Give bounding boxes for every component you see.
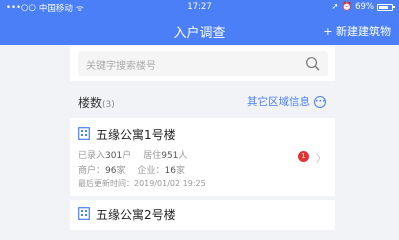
building-icon [78,127,90,140]
updated-label: 最后更新时间： [78,179,134,188]
building-count: 楼数(3) [78,94,115,111]
search-input[interactable]: 关键字搜索楼号 [78,51,328,76]
building-count-label: 楼数 [78,96,103,110]
building-card[interactable]: 五缘公寓2号楼 [70,200,335,230]
battery-percent: 69% [355,2,374,12]
search-placeholder: 关键字搜索楼号 [86,61,156,72]
merchants-label: 商户： [78,166,106,176]
recorded-unit: 户 [122,151,132,161]
new-building-button[interactable]: + 新建建筑物 [323,23,391,39]
building-name: 五缘公寓1号楼 [96,128,176,142]
alarm-icon: ⏰ [341,2,353,12]
search-icon[interactable] [305,56,320,71]
companies-unit: 家 [175,166,185,176]
building-count-value: (3) [102,100,115,110]
more-circle-icon: ••• [314,95,326,108]
other-area-label: 其它区域信息 [247,96,310,108]
search-bar: 关键字搜索楼号 [70,46,335,81]
residents-value: 951 [161,151,179,161]
location-icon: ➚ [331,2,339,12]
companies-value: 16 [164,166,176,176]
residents-label: 居住 [143,151,162,161]
notification-badge: 1 [298,151,309,162]
app-header: •••○○ 中国移动 ᯤ 17:27 ➚ ⏰ 69% 入户调查 + 新建建筑物 [0,0,399,45]
building-name: 五缘公寓2号楼 [96,208,176,222]
household-stats: 已录入301户 居住951人 [78,148,187,161]
merchants-value: 96 [105,166,117,176]
status-bar: •••○○ 中国移动 ᯤ 17:27 ➚ ⏰ 69% [0,0,399,15]
recorded-value: 301 [105,151,123,161]
battery-icon [377,3,395,11]
updated-value: 2019/01/02 19:25 [134,179,206,188]
residents-unit: 人 [178,151,188,161]
building-card[interactable]: 五缘公寓1号楼 已录入301户 居住951人 商户：96家 企业：16家 最后更新时… [70,118,335,196]
chevron-right-icon: 〉 [316,154,326,165]
building-icon [78,207,90,220]
merchants-unit: 家 [116,166,126,176]
business-stats: 商户：96家 企业：16家 [78,163,185,176]
companies-label: 企业： [137,166,165,176]
other-area-link[interactable]: 其它区域信息 ••• [247,94,326,109]
list-header: 楼数(3) 其它区域信息 ••• [70,86,335,114]
last-updated: 最后更新时间：2019/01/02 19:25 [78,178,206,189]
recorded-label: 已录入 [78,151,106,161]
